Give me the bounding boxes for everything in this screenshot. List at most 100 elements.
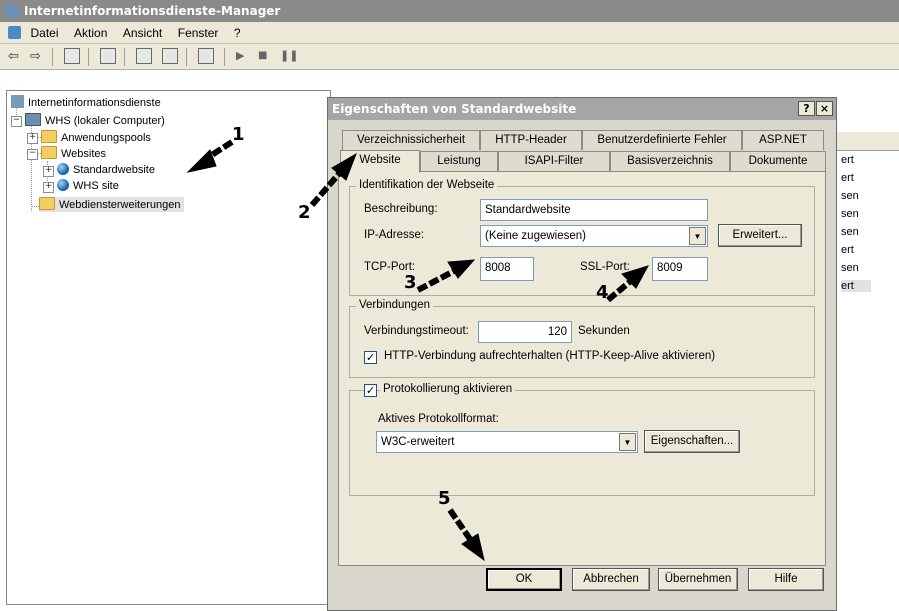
export-list-icon[interactable] [100,48,116,64]
play-icon[interactable]: ▶ [236,49,244,62]
tab-dokumente[interactable]: Dokumente [730,151,826,171]
menu-help[interactable]: ? [234,26,241,40]
annotation-1: 1 [232,124,245,145]
stop-icon[interactable]: ■ [258,50,267,61]
pause-icon[interactable]: ❚❚ [280,49,298,62]
tree-site-whs[interactable]: WHS site [57,179,119,193]
tab-website[interactable]: Website [340,150,420,173]
forward-arrow-icon[interactable]: ⇨ [30,49,41,64]
iis-icon [11,95,24,108]
tab-verzeichnissicherheit[interactable]: Verzeichnissicherheit [342,130,480,150]
tab-http-header[interactable]: HTTP-Header [480,130,582,150]
list-item[interactable]: sen [841,208,859,220]
iis-app-icon [5,4,19,18]
timeout-label: Verbindungstimeout: [364,325,469,337]
group-connections-label: Verbindungen [356,299,433,311]
menu-ansicht[interactable]: Ansicht [123,26,162,40]
expander-site-default[interactable]: + [43,166,54,177]
properties-icon[interactable] [162,48,178,64]
log-format-combobox[interactable]: W3C-erweitert ▼ [376,431,638,453]
keepalive-checkbox[interactable]: ✓ [364,351,377,364]
tab-benutzerdefinierte-fehler[interactable]: Benutzerdefinierte Fehler [582,130,742,150]
tab-leistung[interactable]: Leistung [420,151,498,171]
list-item[interactable]: sen [841,262,859,274]
expander-websites[interactable]: − [27,149,38,160]
tab-panel-website: Identifikation der Webseite Beschreibung… [338,171,826,566]
console-icon [8,26,21,39]
list-item[interactable]: sen [841,226,859,238]
annotation-3: 3 [404,272,417,293]
folder-icon [39,197,55,210]
advanced-button[interactable]: Erweitert... [718,224,802,247]
menu-aktion[interactable]: Aktion [74,26,107,40]
website-globe-icon [57,179,69,191]
folder-open-icon [41,146,57,159]
logging-checkbox[interactable]: ✓ [364,384,377,397]
expander-computer[interactable]: − [11,116,22,127]
help-button[interactable]: Hilfe [748,568,824,591]
timeout-input[interactable]: 120 [478,321,572,343]
log-format-label: Aktives Protokollformat: [378,413,499,425]
group-identification: Identifikation der Webseite Beschreibung… [349,179,815,296]
annotation-2: 2 [298,202,311,223]
menu-fenster[interactable]: Fenster [178,26,219,40]
ip-address-combobox[interactable]: (Keine zugewiesen) ▼ [480,225,708,247]
menu-bar: Datei Aktion Ansicht Fenster ? [0,22,899,44]
list-item[interactable]: ert [841,244,854,256]
description-input[interactable]: Standardwebsite [480,199,708,221]
expander-app-pools[interactable]: + [27,133,38,144]
group-connections: Verbindungen Verbindungstimeout: 120 Sek… [349,299,815,378]
chevron-down-icon[interactable]: ▼ [619,433,636,451]
dialog-title: Eigenschaften von Standardwebsite [332,102,577,116]
list-item[interactable]: ert [841,154,854,166]
window-titlebar: Internetinformationsdienste-Manager [0,0,899,22]
properties-dialog: Eigenschaften von Standardwebsite ? × Ve… [327,97,837,611]
list-header[interactable] [837,132,899,151]
description-label: Beschreibung: [364,203,438,215]
dialog-titlebar: Eigenschaften von Standardwebsite [328,98,836,120]
window-title: Internetinformationsdienste-Manager [24,4,281,18]
tab-isapi-filter[interactable]: ISAPI-Filter [498,151,610,171]
cancel-button[interactable]: Abbrechen [572,568,650,591]
timeout-unit: Sekunden [578,325,630,337]
chevron-down-icon[interactable]: ▼ [689,227,706,245]
list-item-selected[interactable]: ert [841,280,871,292]
ok-button[interactable]: OK [486,568,562,591]
back-arrow-icon[interactable]: ⇦ [8,49,19,64]
apply-button[interactable]: Übernehmen [658,568,738,591]
menu-datei[interactable]: Datei [31,26,59,40]
ssl-port-label: SSL-Port: [580,261,630,273]
help-icon[interactable] [136,48,152,64]
annotation-4: 4 [596,282,609,303]
computer-icon[interactable] [198,48,214,64]
tab-basisverzeichnis[interactable]: Basisverzeichnis [610,151,730,171]
tree-computer[interactable]: WHS (lokaler Computer) [25,113,165,128]
keepalive-label: HTTP-Verbindung aufrechterhalten (HTTP-K… [384,350,716,362]
folder-icon [41,130,57,143]
list-item[interactable]: ert [841,172,854,184]
tcp-port-input[interactable]: 8008 [480,257,534,281]
dialog-close-button[interactable]: × [816,101,833,116]
right-list-panel: ert ert sen sen sen ert sen ert [836,128,899,608]
toolbar: ⇦ ⇨ ▶ ■ ❚❚ [0,44,899,70]
logging-label: Protokollierung aktivieren [380,383,516,395]
tree-view: Internetinformationsdienste − WHS (lokal… [6,90,331,605]
show-hide-tree-icon[interactable] [64,48,80,64]
ip-address-label: IP-Adresse: [364,229,425,241]
dialog-help-button[interactable]: ? [798,101,815,116]
tree-root[interactable]: Internetinformationsdienste [11,95,161,110]
group-identification-label: Identifikation der Webseite [356,179,498,191]
tree-web-extensions[interactable]: Webdiensterweiterungen [39,197,185,212]
list-item[interactable]: sen [841,190,859,202]
expander-site-whs[interactable]: + [43,182,54,193]
annotation-5: 5 [438,488,451,509]
tree-websites[interactable]: Websites [41,146,106,161]
tree-site-default[interactable]: Standardwebsite [57,163,155,177]
computer-icon [25,113,41,126]
tab-asp-net[interactable]: ASP.NET [742,130,824,150]
website-globe-icon [57,163,69,175]
tree-app-pools[interactable]: Anwendungspools [41,130,151,145]
group-logging: ✓ Protokollierung aktivieren Aktives Pro… [349,383,815,496]
ssl-port-input[interactable]: 8009 [652,257,708,281]
log-properties-button[interactable]: Eigenschaften... [644,430,740,453]
